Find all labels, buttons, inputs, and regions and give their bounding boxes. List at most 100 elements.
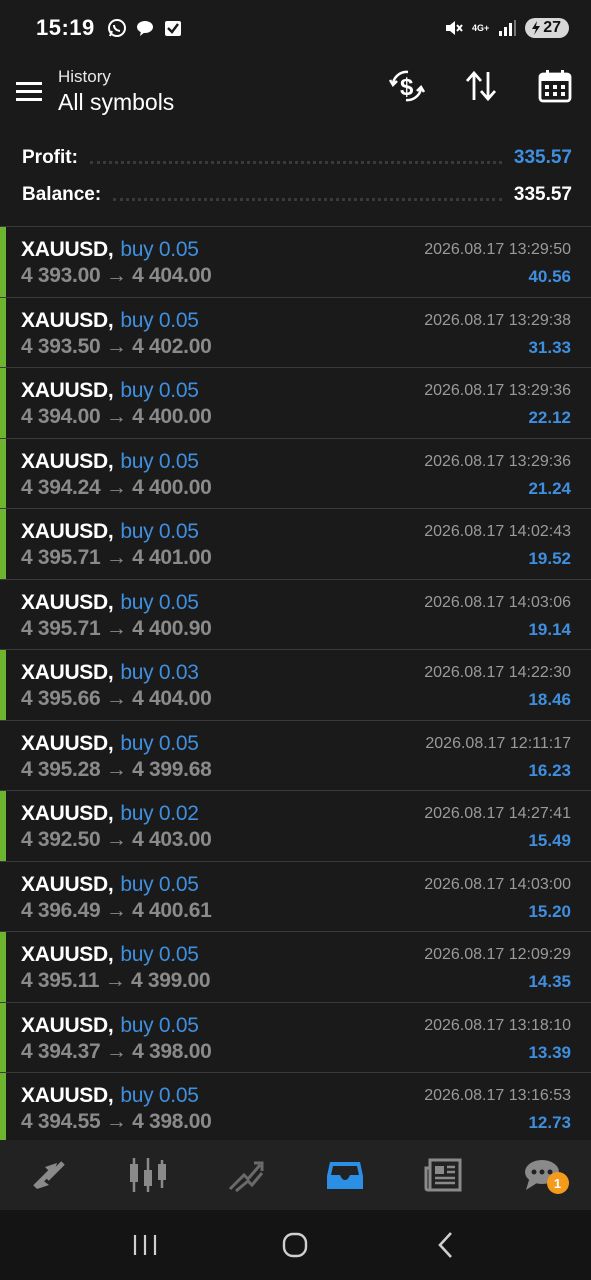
- trade-datetime: 2026.08.17 13:29:36: [424, 452, 571, 470]
- trade-side-volume: buy 0.03: [120, 661, 199, 684]
- trade-trend-icon: [229, 1161, 264, 1193]
- nav-chart[interactable]: [99, 1140, 198, 1210]
- trade-symbol: XAUUSD,: [21, 520, 114, 543]
- trade-side-volume: buy 0.05: [120, 379, 199, 402]
- mute-icon: [444, 18, 464, 38]
- balance-value: 335.57: [513, 184, 572, 205]
- summary-panel: Profit: 335.57 Balance: 335.57: [0, 138, 591, 226]
- trade-symbol: XAUUSD,: [21, 590, 114, 614]
- trade-row[interactable]: XAUUSD, buy 0.03 4 395.66 → 4 404.00 2026…: [0, 650, 591, 721]
- trade-symbol: XAUUSD,: [21, 449, 114, 473]
- trade-prices: 4 393.00 → 4 404.00: [21, 264, 212, 287]
- bottom-navigation: 1: [0, 1140, 591, 1210]
- status-time: 15:19: [36, 15, 95, 40]
- profit-row: Profit: 335.57: [22, 143, 572, 173]
- trade-side-volume: buy 0.05: [120, 308, 199, 332]
- status-bar: 15:19 4G+ 27: [0, 0, 591, 56]
- trade-datetime: 2026.08.17 13:29:38: [424, 311, 571, 329]
- nav-messages[interactable]: 1: [493, 1140, 591, 1210]
- trade-prices: 4 395.66 → 4 404.00: [21, 687, 212, 710]
- trade-prices: 4 394.37 → 4 398.00: [21, 1039, 212, 1063]
- recent-apps-button[interactable]: [115, 1220, 175, 1270]
- trade-row[interactable]: XAUUSD, buy 0.05 4 393.00 → 4 404.00 2026…: [0, 227, 591, 298]
- trade-prices: 4 395.71 → 4 400.90: [21, 616, 212, 640]
- trade-symbol: XAUUSD,: [21, 308, 114, 332]
- trade-symbol: XAUUSD,: [21, 238, 114, 261]
- screen: 15:19 4G+ 27 History All symbols $ Profi…: [0, 0, 591, 1280]
- sort-icon: [465, 70, 497, 102]
- app-header: History All symbols $: [0, 56, 591, 126]
- trade-row[interactable]: XAUUSD, buy 0.05 4 396.49 → 4 400.61 2026…: [0, 861, 591, 932]
- nav-news[interactable]: [394, 1140, 493, 1210]
- trade-prices: 4 395.11 → 4 399.00: [21, 969, 211, 992]
- trade-side-volume: buy 0.05: [120, 943, 199, 966]
- dot-leader: [113, 197, 502, 201]
- trade-row[interactable]: XAUUSD, buy 0.05 4 395.11 → 4 399.00 2026…: [0, 932, 591, 1003]
- trade-row[interactable]: XAUUSD, buy 0.05 4 395.71 → 4 400.90 2026…: [0, 579, 591, 650]
- trade-prices: 4 395.71 → 4 401.00: [21, 546, 212, 569]
- trade-datetime: 2026.08.17 14:27:41: [424, 805, 571, 822]
- balance-row: Balance: 335.57: [22, 180, 572, 210]
- trade-row[interactable]: XAUUSD, buy 0.05 4 393.50 → 4 402.00 2026…: [0, 297, 591, 368]
- home-icon: [283, 1232, 308, 1258]
- trade-row[interactable]: XAUUSD, buy 0.05 4 394.55 → 4 398.00 2026…: [0, 1073, 591, 1140]
- trade-row[interactable]: XAUUSD, buy 0.05 4 394.00 → 4 400.00 2026…: [0, 368, 591, 439]
- trade-profit: 19.52: [528, 549, 571, 568]
- trade-symbol: XAUUSD,: [21, 661, 114, 684]
- trade-datetime: 2026.08.17 13:16:53: [424, 1087, 571, 1104]
- trade-prices: 4 396.49 → 4 400.61: [21, 898, 212, 922]
- title-block[interactable]: History All symbols: [58, 67, 174, 116]
- trade-prices: 4 394.55 → 4 398.00: [21, 1110, 212, 1133]
- trade-prices: 4 394.24 → 4 400.00: [21, 475, 212, 499]
- nav-history[interactable]: [296, 1140, 395, 1210]
- trade-side-volume: buy 0.05: [120, 872, 199, 896]
- balance-label: Balance:: [22, 184, 102, 205]
- currency-exchange-icon: $: [388, 70, 426, 102]
- trade-symbol: XAUUSD,: [21, 379, 114, 402]
- trade-profit: 15.49: [528, 831, 571, 850]
- trade-side-volume: buy 0.05: [120, 449, 199, 473]
- nav-quotes[interactable]: [0, 1140, 99, 1210]
- trade-datetime: 2026.08.17 14:03:00: [424, 875, 571, 893]
- trade-side-volume: buy 0.05: [120, 731, 199, 755]
- messages-badge: 1: [546, 1172, 569, 1194]
- trade-profit: 22.12: [528, 408, 571, 427]
- calendar-button[interactable]: [535, 64, 575, 108]
- trade-symbol: XAUUSD,: [21, 1013, 114, 1037]
- system-navigation-bar: [0, 1210, 591, 1280]
- nav-trade[interactable]: [197, 1140, 296, 1210]
- trade-row[interactable]: XAUUSD, buy 0.05 4 394.24 → 4 400.00 2026…: [0, 438, 591, 509]
- checkbox-notification-icon: [163, 18, 183, 38]
- profit-value: 335.57: [513, 147, 572, 168]
- notification-icons: [107, 18, 183, 38]
- trade-row[interactable]: XAUUSD, buy 0.05 4 394.37 → 4 398.00 2026…: [0, 1002, 591, 1073]
- history-inbox-icon: [326, 1162, 363, 1189]
- deposit-button[interactable]: $: [387, 64, 427, 108]
- trade-profit: 14.35: [528, 972, 571, 991]
- trade-datetime: 2026.08.17 12:09:29: [424, 946, 571, 963]
- trade-symbol: XAUUSD,: [21, 943, 114, 966]
- trade-datetime: 2026.08.17 13:29:36: [424, 382, 571, 399]
- sort-button[interactable]: [461, 64, 501, 108]
- trade-datetime: 2026.08.17 14:02:43: [424, 523, 571, 540]
- trade-symbol: XAUUSD,: [21, 731, 114, 755]
- signal-icon: [497, 18, 517, 38]
- hamburger-icon: [16, 82, 42, 101]
- trade-profit: 13.39: [528, 1042, 571, 1062]
- trade-profit: 16.23: [528, 760, 571, 780]
- quotes-icon: [33, 1161, 66, 1189]
- trade-datetime: 2026.08.17 13:18:10: [424, 1016, 571, 1034]
- trade-row[interactable]: XAUUSD, buy 0.05 4 395.28 → 4 399.68 2026…: [0, 720, 591, 791]
- trade-profit: 31.33: [528, 337, 571, 357]
- home-button[interactable]: [265, 1220, 325, 1270]
- trade-datetime: 2026.08.17 14:22:30: [424, 664, 571, 681]
- calendar-icon: [538, 70, 572, 103]
- trade-row[interactable]: XAUUSD, buy 0.05 4 395.71 → 4 401.00 2026…: [0, 509, 591, 580]
- trade-side-volume: buy 0.05: [120, 1084, 199, 1107]
- back-button[interactable]: [416, 1220, 476, 1270]
- chat-bubble-icon: [135, 18, 155, 38]
- trade-prices: 4 395.28 → 4 399.68: [21, 757, 212, 781]
- menu-button[interactable]: [0, 61, 58, 121]
- trade-row[interactable]: XAUUSD, buy 0.02 4 392.50 → 4 403.00 2026…: [0, 791, 591, 862]
- battery-indicator: 27: [525, 18, 569, 38]
